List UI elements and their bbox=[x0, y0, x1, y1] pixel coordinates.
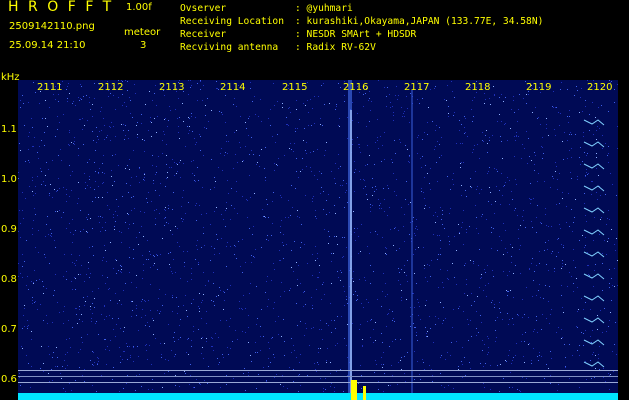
info-row-location: Receiving Location: kurashiki,Okayama,JA… bbox=[180, 16, 544, 27]
signal-streak-2117 bbox=[411, 90, 413, 400]
station-info: Ovserver: @yuhmari Receiving Location: k… bbox=[180, 2, 543, 54]
x-tick-2119: 2119 bbox=[526, 82, 552, 93]
meteor-peak-marker bbox=[351, 380, 357, 400]
carrier-line-3 bbox=[18, 382, 618, 383]
carrier-line-1 bbox=[18, 370, 618, 371]
y-tick-0-9: 0.9 bbox=[1, 224, 17, 235]
y-tick-0-6: 0.6 bbox=[1, 374, 17, 385]
version-label: 1.00f bbox=[126, 2, 152, 13]
header-panel: HROFFT 1.00f 2509142110.png 25.09.14 21:… bbox=[0, 0, 629, 80]
x-tick-2115: 2115 bbox=[282, 82, 308, 93]
echo-wiggle-2120 bbox=[583, 119, 605, 368]
info-row-observer: Ovserver: @yuhmari bbox=[180, 3, 353, 14]
x-tick-2111: 2111 bbox=[37, 82, 63, 93]
frequency-unit-label: kHz bbox=[1, 72, 20, 83]
noise-floor-strip bbox=[18, 393, 618, 400]
signal-streak-core bbox=[350, 110, 352, 400]
datetime-label: 25.09.14 21:10 bbox=[9, 40, 86, 51]
meteor-count: 3 bbox=[140, 40, 147, 51]
y-tick-0-8: 0.8 bbox=[1, 274, 17, 285]
right-border bbox=[619, 80, 629, 400]
spectrogram-canvas bbox=[18, 80, 618, 400]
x-tick-2116: 2116 bbox=[343, 82, 369, 93]
carrier-line-2 bbox=[18, 376, 618, 377]
app-title: HROFFT bbox=[8, 0, 121, 15]
y-tick-1-0: 1.0 bbox=[1, 174, 17, 185]
x-tick-2114: 2114 bbox=[220, 82, 246, 93]
meteor-peak-marker-2 bbox=[363, 386, 366, 400]
spectrogram[interactable] bbox=[18, 80, 618, 400]
x-tick-2117: 2117 bbox=[404, 82, 430, 93]
x-tick-2113: 2113 bbox=[159, 82, 185, 93]
info-row-receiver: Receiver: NESDR SMArt + HDSDR bbox=[180, 29, 417, 40]
filename-label: 2509142110.png bbox=[9, 21, 95, 32]
x-tick-2120: 2120 bbox=[587, 82, 613, 93]
noise-layer bbox=[18, 80, 618, 392]
info-row-antenna: Recviving antenna: Radix RV-62V bbox=[180, 42, 376, 53]
x-tick-2112: 2112 bbox=[98, 82, 124, 93]
y-tick-1-1: 1.1 bbox=[1, 124, 17, 135]
y-tick-0-7: 0.7 bbox=[1, 324, 17, 335]
meteor-label: meteor bbox=[124, 27, 161, 38]
x-tick-2118: 2118 bbox=[465, 82, 491, 93]
